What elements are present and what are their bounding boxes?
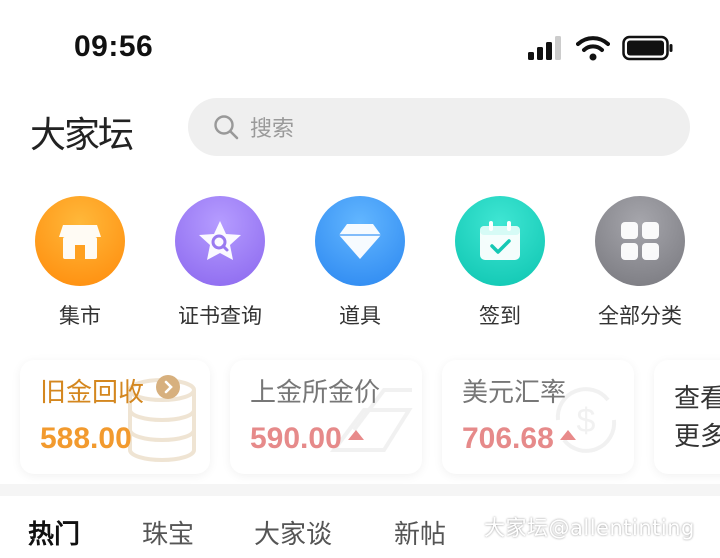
card-title-text: 旧金回收: [40, 378, 145, 408]
price-card-gold-recycle[interactable]: 旧金回收 588.00: [20, 360, 210, 474]
search-placeholder: 搜索: [250, 117, 295, 142]
tab-jewelry[interactable]: 珠宝: [142, 514, 194, 551]
search-bar[interactable]: 搜索: [188, 98, 690, 156]
grid-icon: [595, 196, 685, 286]
svg-text:$: $: [577, 402, 596, 440]
more-line2: 更多: [674, 422, 720, 452]
trend-up-icon: [559, 430, 576, 440]
category-row: 集市 证书查询 道具 签到 全部分类: [0, 196, 720, 336]
price-cards: 旧金回收 588.00 上金所金价 590.00 $ 美元汇率 706.68 查…: [0, 360, 720, 480]
category-checkin[interactable]: 签到: [430, 196, 570, 330]
status-bar: 09:56: [0, 0, 720, 96]
category-label: 全部分类: [598, 304, 682, 328]
category-label: 道具: [339, 304, 381, 328]
certificate-search-icon: [175, 196, 265, 286]
watermark: 大家坛@allentinting: [484, 516, 695, 540]
more-card-text: 查看 更多: [674, 380, 720, 456]
card-title: 旧金回收: [40, 372, 181, 409]
card-value: 706.68: [462, 422, 576, 456]
price-card-usd-rate[interactable]: $ 美元汇率 706.68: [442, 360, 634, 474]
card-title: 上金所金价: [250, 378, 381, 408]
card-value: 590.00: [250, 422, 364, 456]
category-all[interactable]: 全部分类: [570, 196, 710, 330]
calendar-check-icon: [455, 196, 545, 286]
status-time: 09:56: [74, 30, 154, 63]
battery-icon: [622, 35, 673, 61]
shop-icon: [35, 196, 125, 286]
category-label: 证书查询: [178, 304, 262, 328]
card-value-text: 706.68: [462, 422, 554, 455]
card-value-text: 590.00: [250, 422, 342, 455]
category-label: 签到: [479, 304, 521, 328]
section-divider: [0, 484, 720, 496]
status-icons: [528, 35, 674, 61]
wifi-icon: [576, 36, 610, 61]
card-title: 美元汇率: [462, 378, 567, 408]
header: 大家坛 搜索: [0, 96, 720, 160]
category-market[interactable]: 集市: [10, 196, 150, 330]
search-icon: [214, 115, 239, 140]
more-card[interactable]: 查看 更多: [654, 360, 720, 474]
category-certificate[interactable]: 证书查询: [150, 196, 290, 330]
signal-icon: [528, 36, 561, 60]
more-line1: 查看: [674, 384, 720, 414]
category-label: 集市: [59, 304, 101, 328]
trend-up-icon: [347, 430, 364, 440]
tab-discussion[interactable]: 大家谈: [254, 514, 332, 551]
app-logo: 大家坛: [30, 115, 134, 156]
chevron-right-icon: [156, 375, 181, 399]
tab-new-posts[interactable]: 新帖: [394, 514, 446, 551]
tab-hot[interactable]: 热门: [28, 514, 80, 551]
price-card-sge-gold[interactable]: 上金所金价 590.00: [230, 360, 422, 474]
card-value: 588.00: [40, 422, 132, 455]
diamond-icon: [315, 196, 405, 286]
category-props[interactable]: 道具: [290, 196, 430, 330]
